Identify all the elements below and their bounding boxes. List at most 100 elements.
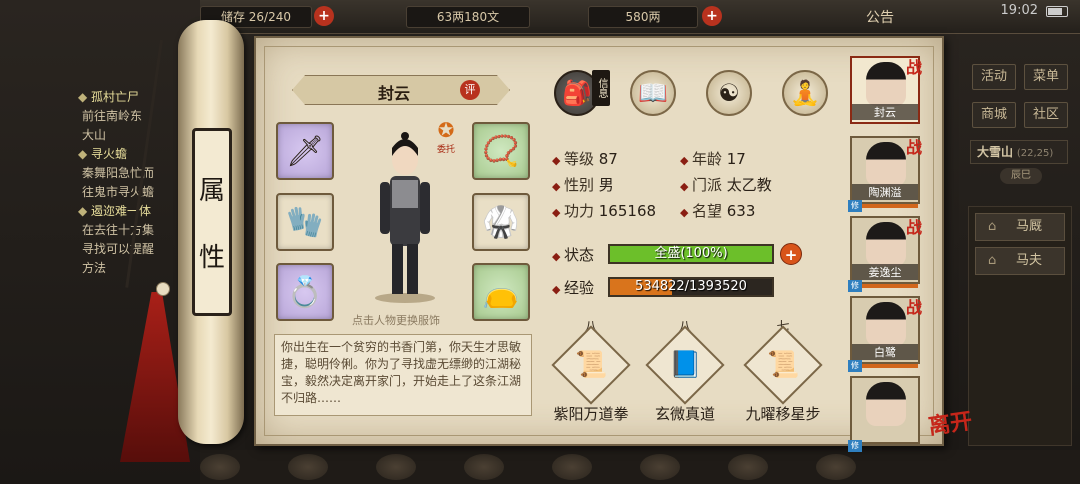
equip-slot-weapon[interactable]: 🗡: [276, 122, 334, 180]
tab-info-label: 信息: [592, 70, 610, 106]
bottom-tool-icon[interactable]: [640, 454, 680, 480]
bottom-tool-icon[interactable]: [376, 454, 416, 480]
power-value: 165168: [598, 202, 657, 220]
gender-value: 男: [598, 176, 614, 194]
status-restore-button[interactable]: +: [780, 243, 802, 265]
tab-info[interactable]: 🎒 信息: [554, 70, 610, 116]
power-label: 功力: [552, 202, 594, 220]
member-portrait: [866, 142, 906, 186]
fist-manual-icon: 📜: [551, 325, 631, 405]
npc-item[interactable]: 马厩: [975, 213, 1065, 241]
yinyang-icon: ☯: [718, 79, 740, 107]
gender-label: 性别: [552, 176, 594, 194]
skill-name: 玄微真道: [654, 405, 715, 423]
age-value: 17: [726, 150, 746, 168]
time-period: 辰巳: [1000, 168, 1042, 184]
inner-manual-icon: 📘: [645, 325, 725, 405]
skill-name: 九曜移星步: [745, 405, 821, 423]
community-button[interactable]: 社区: [1024, 102, 1068, 128]
member-name: 姜逸尘: [852, 264, 918, 280]
skill-slot[interactable]: 八 📘 玄微真道: [640, 316, 730, 424]
activity-button[interactable]: 活动: [972, 64, 1016, 90]
glove-icon: 🧤: [286, 204, 324, 240]
member-name: 封云: [852, 104, 918, 120]
clock: 19:02: [1000, 3, 1038, 18]
menu-button[interactable]: 菜单: [1024, 64, 1068, 90]
amulet-icon: 📿: [482, 133, 520, 169]
party-member[interactable]: 修: [848, 376, 920, 452]
member-name: 陶渊溢: [852, 184, 918, 200]
skill-name: 紫阳万道拳: [553, 405, 629, 423]
member-portrait: [866, 62, 906, 106]
member-portrait: [866, 382, 906, 426]
tab-yinyang[interactable]: ☯: [706, 70, 752, 116]
party-member[interactable]: 封云 战: [850, 56, 922, 124]
tab-meridian[interactable]: 🧘: [782, 70, 828, 116]
roll-char: 性: [198, 243, 225, 273]
bottom-tool-icon[interactable]: [288, 454, 328, 480]
party-member[interactable]: 姜逸尘 战 修: [848, 216, 922, 292]
meridian-icon: 🧘: [790, 79, 820, 107]
tab-manuals[interactable]: 📖: [630, 70, 676, 116]
gold-add-button[interactable]: +: [702, 6, 722, 26]
member-name: 白鹭: [852, 344, 918, 360]
battle-tag: 战: [905, 58, 922, 77]
storage-add-button[interactable]: +: [314, 6, 334, 26]
bracer-icon: 🗡: [285, 133, 325, 169]
cultivate-tag: 修: [848, 440, 862, 452]
equip-slot-glove[interactable]: 🧤: [276, 193, 334, 251]
exp-row: 经验 534822/1393520: [552, 277, 774, 298]
member-portrait: [866, 302, 906, 346]
entrust-icon: ✪: [437, 118, 455, 142]
shop-button[interactable]: 商城: [972, 102, 1016, 128]
pouch-icon: 👝: [482, 274, 520, 310]
top-resource-bar: 储存 26/240 + 63两180文 580两 +: [200, 0, 1080, 34]
leave-button[interactable]: 离开: [926, 403, 974, 441]
cultivate-tag: 修: [848, 360, 862, 372]
entrust-label: 委托: [436, 145, 455, 155]
bottom-tool-icon[interactable]: [200, 454, 240, 480]
character-bio: 你出生在一个贫穷的书香门第，你天生才思敏捷，聪明伶俐。你为了寻找虚无缥缈的江湖秘…: [274, 334, 532, 416]
battle-tag: 战: [905, 138, 922, 157]
equip-slot-armor[interactable]: 🥋: [472, 193, 530, 251]
attribute-scroll-label: 属 性: [192, 128, 232, 316]
member-portrait: [866, 222, 906, 266]
level-label: 等级: [552, 150, 594, 168]
roll-char: 属: [198, 176, 225, 206]
notice-button[interactable]: 公告: [866, 7, 894, 27]
equip-slot-necklace[interactable]: 📿: [472, 122, 530, 180]
sect-value: 太乙教: [726, 176, 772, 194]
fame-label: 名望: [680, 202, 722, 220]
book-icon: 📖: [638, 79, 668, 107]
skill-slot[interactable]: 七 📜 九曜移星步: [738, 316, 828, 424]
step-manual-icon: 📜: [743, 325, 823, 405]
age-label: 年龄: [680, 150, 722, 168]
character-figure[interactable]: [368, 128, 442, 304]
equip-slot-ring[interactable]: 💍: [276, 263, 334, 321]
skill-slot[interactable]: 八 📜 紫阳万道拳: [546, 316, 636, 424]
location-name: 大雪山: [977, 145, 1014, 159]
bottom-tool-icon[interactable]: [728, 454, 768, 480]
status-label: 状态: [552, 246, 594, 264]
armor-icon: 🥋: [482, 204, 520, 240]
party-member[interactable]: 白鹭 战 修: [848, 296, 922, 372]
sect-label: 门派: [680, 176, 722, 194]
party-member[interactable]: 陶渊溢 战 修: [848, 136, 922, 212]
evaluate-button[interactable]: 评: [460, 80, 480, 100]
entrust-button[interactable]: ✪ 委托: [432, 118, 460, 155]
npc-list: 马厩 马夫: [968, 206, 1072, 446]
exp-label: 经验: [552, 279, 594, 297]
bottom-tool-icon[interactable]: [464, 454, 504, 480]
location-display[interactable]: 大雪山 (22,25): [970, 140, 1068, 164]
bottom-tool-icon[interactable]: [816, 454, 856, 480]
npc-item[interactable]: 马夫: [975, 247, 1065, 275]
info-tabs: 🎒 信息 📖 ☯ 🧘: [554, 70, 828, 116]
status-bar-text: 全盛(100%): [654, 246, 728, 261]
battle-tag: 战: [905, 298, 922, 317]
status-row: 状态 全盛(100%) +: [552, 243, 802, 265]
fame-value: 633: [726, 202, 756, 220]
status-bar: 全盛(100%): [608, 244, 774, 264]
bottom-tool-icon[interactable]: [552, 454, 592, 480]
equip-slot-accessory[interactable]: 👝: [472, 263, 530, 321]
cultivate-tag: 修: [848, 200, 862, 212]
